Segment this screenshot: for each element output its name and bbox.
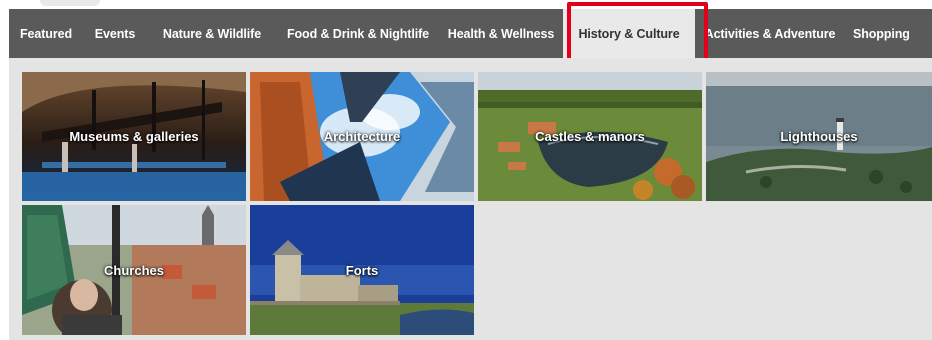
nav-item-food-drink-nightlife[interactable]: Food & Drink & Nightlife (277, 9, 439, 58)
tile-architecture[interactable]: Architecture (250, 72, 474, 201)
nav-item-activities-adventure[interactable]: Activities & Adventure (695, 9, 845, 58)
category-nav: Featured Events Nature & Wildlife Food &… (9, 9, 932, 58)
tile-label: Forts (345, 262, 379, 278)
nav-item-featured[interactable]: Featured (9, 9, 83, 58)
tile-label: Architecture (323, 129, 401, 144)
tile-castles-manors[interactable]: Castles & manors (478, 72, 702, 201)
tile-forts[interactable]: Forts (250, 205, 474, 335)
tile-label: Museums & galleries (69, 129, 199, 144)
nav-item-nature-wildlife[interactable]: Nature & Wildlife (147, 9, 277, 58)
nav-item-shopping[interactable]: Shopping (845, 9, 932, 58)
tile-label: Castles & manors (535, 129, 645, 144)
category-grid: Museums & galleries Architecture Castles… (9, 58, 932, 340)
tile-museums-galleries[interactable]: Museums & galleries (22, 72, 246, 201)
tile-lighthouses[interactable]: Lighthouses (706, 72, 932, 201)
tile-churches[interactable]: Churches (22, 205, 246, 335)
top-strip (0, 0, 932, 9)
tile-label: Churches (104, 262, 164, 278)
nav-item-events[interactable]: Events (83, 9, 147, 58)
nav-item-history-culture[interactable]: History & Culture (563, 9, 695, 58)
nav-item-health-wellness[interactable]: Health & Wellness (439, 9, 563, 58)
tile-label: Lighthouses (780, 129, 858, 144)
logo-swoosh (40, 0, 100, 6)
